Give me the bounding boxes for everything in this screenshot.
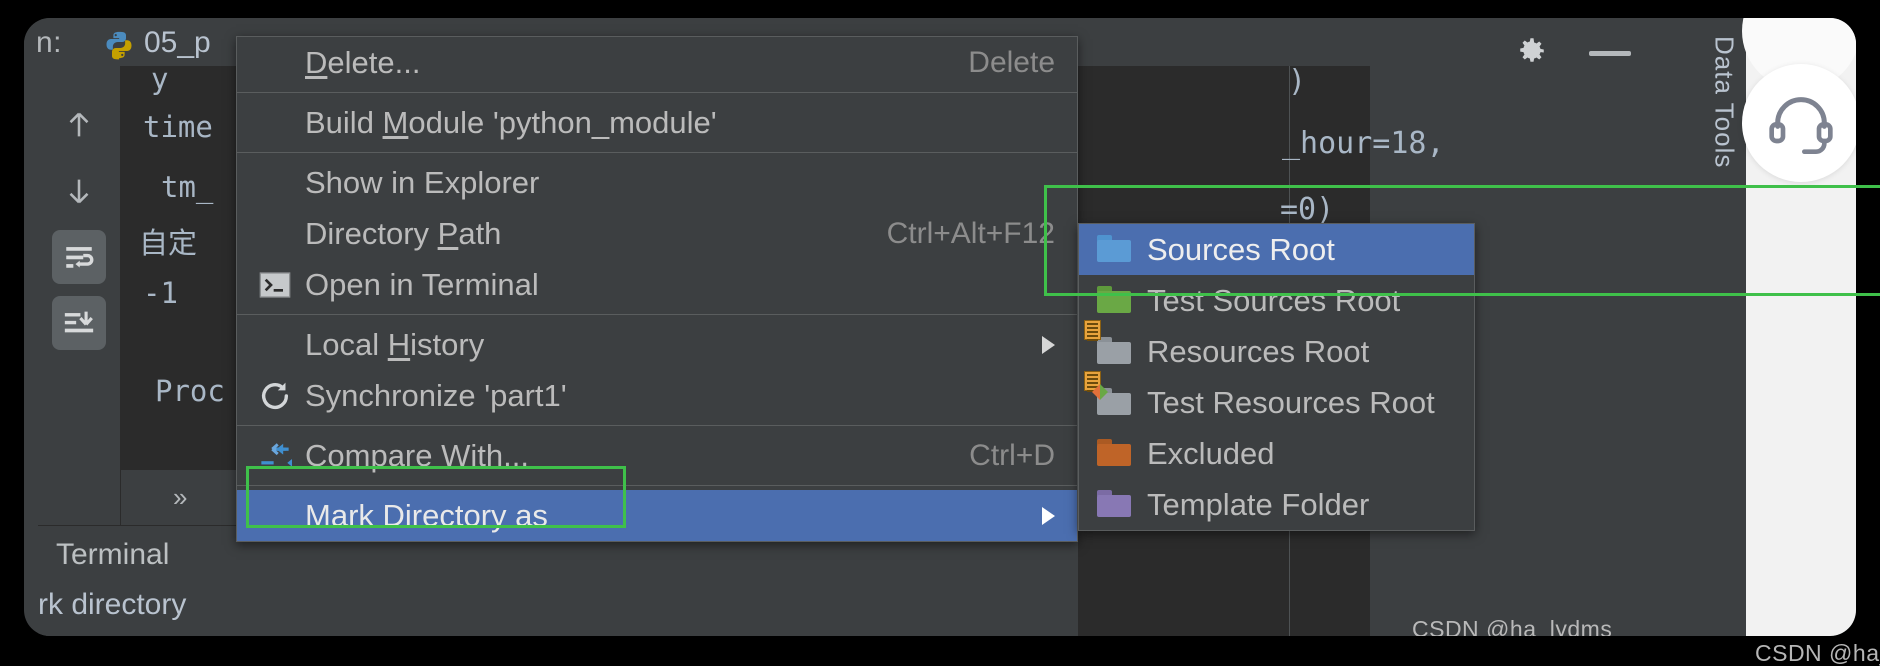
status-message: rk directory bbox=[38, 588, 187, 621]
avatar[interactable] bbox=[1742, 64, 1856, 182]
sidebar-item-data-tools[interactable]: Data Tools bbox=[1709, 36, 1740, 168]
menu-separator bbox=[237, 152, 1077, 153]
submenu-item-label: Template Folder bbox=[1147, 486, 1370, 522]
context-menu[interactable]: Delete... Delete Build Module 'python_mo… bbox=[236, 36, 1078, 542]
more-tabs-chevron-icon[interactable]: » bbox=[173, 482, 187, 513]
right-toolwindow-stripe: Data Tools bbox=[1702, 18, 1746, 636]
soft-wrap-icon[interactable] bbox=[52, 230, 106, 284]
tab-terminal[interactable]: Terminal bbox=[56, 538, 169, 572]
submenu-item-label: Test Sources Root bbox=[1147, 282, 1401, 318]
menu-item-label: Synchronize 'part1' bbox=[305, 377, 567, 413]
menu-item-label: Build Module 'python_module' bbox=[305, 104, 717, 140]
mark-directory-as-submenu[interactable]: Sources Root Test Sources Root Resources… bbox=[1078, 223, 1475, 531]
menu-item-synchronize[interactable]: Synchronize 'part1' bbox=[237, 370, 1077, 421]
headset-icon bbox=[1769, 97, 1833, 155]
menu-item-label: Open in Terminal bbox=[305, 266, 539, 302]
ide-window: n: 05_p y time tm_ 自定 -1 Proc) _hour=18… bbox=[24, 18, 1856, 636]
menu-separator bbox=[237, 314, 1077, 315]
submenu-item-label: Sources Root bbox=[1147, 231, 1335, 267]
run-configuration-name[interactable]: 05_p bbox=[144, 26, 211, 60]
menu-item-shortcut: Delete bbox=[968, 45, 1055, 79]
folder-blue-icon bbox=[1097, 234, 1133, 265]
python-logo-icon bbox=[104, 30, 134, 60]
watermark-inner: CSDN @ha_lydms bbox=[1412, 616, 1613, 636]
submenu-item-sources-root[interactable]: Sources Root bbox=[1079, 224, 1474, 275]
right-white-panel bbox=[1742, 18, 1856, 636]
console-line: y bbox=[151, 62, 169, 96]
submenu-item-label: Test Resources Root bbox=[1147, 384, 1435, 420]
editor-line: =0) bbox=[1280, 192, 1335, 227]
menu-item-mark-directory-as[interactable]: Mark Directory as bbox=[237, 490, 1077, 541]
menu-item-label: Mark Directory as bbox=[305, 497, 548, 533]
folder-gray-test-resources-icon bbox=[1084, 370, 1133, 418]
scroll-up-icon[interactable] bbox=[52, 98, 106, 152]
terminal-icon bbox=[257, 267, 293, 303]
console-line: 自定 bbox=[139, 226, 198, 260]
editor-line: ) bbox=[1288, 64, 1307, 99]
console-line: -1 bbox=[143, 276, 178, 310]
submenu-item-label: Resources Root bbox=[1147, 333, 1370, 369]
menu-item-label: Delete... bbox=[305, 44, 421, 80]
scroll-down-icon[interactable] bbox=[52, 164, 106, 218]
chevron-right-icon bbox=[1042, 506, 1055, 525]
menu-item-label: Local History bbox=[305, 326, 485, 362]
run-label: n: bbox=[36, 26, 63, 59]
console-line: tm_ bbox=[161, 170, 214, 204]
console-line: Proc bbox=[155, 374, 225, 408]
menu-separator bbox=[237, 425, 1077, 426]
menu-item-shortcut: Ctrl+Alt+F12 bbox=[886, 216, 1055, 250]
menu-item-open-in-terminal[interactable]: Open in Terminal bbox=[237, 259, 1077, 310]
submenu-item-excluded[interactable]: Excluded bbox=[1079, 428, 1474, 479]
menu-item-local-history[interactable]: Local History bbox=[237, 319, 1077, 370]
submenu-item-resources-root[interactable]: Resources Root bbox=[1079, 319, 1474, 377]
menu-item-label: Directory Path bbox=[305, 215, 502, 251]
menu-item-show-in-explorer[interactable]: Show in Explorer bbox=[237, 157, 1077, 208]
menu-item-directory-path[interactable]: Directory Path Ctrl+Alt+F12 bbox=[237, 208, 1077, 259]
menu-item-compare-with[interactable]: Compare With... Ctrl+D bbox=[237, 430, 1077, 481]
console-line: time bbox=[143, 110, 213, 144]
menu-separator bbox=[237, 92, 1077, 93]
watermark-outer: CSDN @ha_lydms bbox=[1755, 640, 1880, 666]
menu-item-label: Compare With... bbox=[305, 437, 529, 473]
submenu-item-template-folder[interactable]: Template Folder bbox=[1079, 479, 1474, 530]
refresh-icon bbox=[257, 378, 293, 414]
submenu-item-label: Excluded bbox=[1147, 435, 1275, 471]
submenu-item-test-sources-root[interactable]: Test Sources Root bbox=[1079, 275, 1474, 326]
folder-green-icon bbox=[1097, 285, 1133, 316]
chevron-right-icon bbox=[1042, 335, 1055, 354]
gear-icon[interactable] bbox=[1514, 34, 1548, 68]
minimize-icon[interactable] bbox=[1589, 51, 1631, 56]
menu-item-label: Show in Explorer bbox=[305, 164, 540, 200]
menu-item-delete[interactable]: Delete... Delete bbox=[237, 37, 1077, 88]
scroll-to-end-icon[interactable] bbox=[52, 296, 106, 350]
screenshot-root: n: 05_p y time tm_ 自定 -1 Proc) _hour=18… bbox=[0, 0, 1880, 666]
menu-separator bbox=[237, 485, 1077, 486]
editor-line: _hour=18, bbox=[1282, 126, 1445, 161]
compare-icon bbox=[257, 438, 293, 474]
folder-orange-icon bbox=[1097, 438, 1133, 469]
menu-item-build-module[interactable]: Build Module 'python_module' bbox=[237, 97, 1077, 148]
menu-item-shortcut: Ctrl+D bbox=[969, 438, 1055, 472]
submenu-item-test-resources-root[interactable]: Test Resources Root bbox=[1079, 370, 1474, 428]
folder-gray-resources-icon bbox=[1084, 319, 1133, 367]
folder-purple-icon bbox=[1097, 489, 1133, 520]
